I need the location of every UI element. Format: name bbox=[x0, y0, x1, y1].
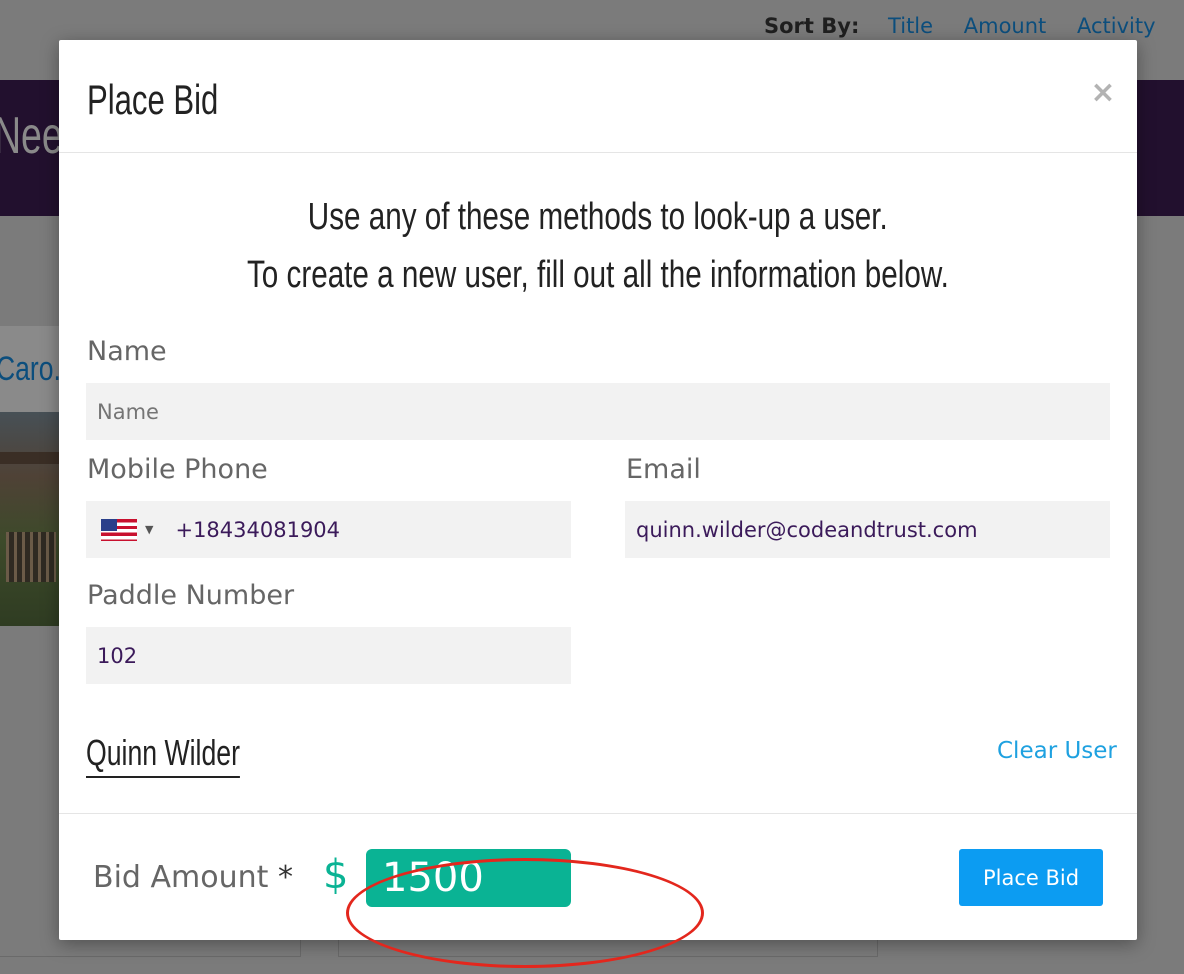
intro-text: Use any of these methods to look-up a us… bbox=[59, 188, 1137, 304]
bid-amount-label-text: Bid Amount bbox=[93, 860, 269, 895]
header-divider bbox=[59, 152, 1137, 153]
name-label: Name bbox=[87, 336, 167, 367]
name-field[interactable] bbox=[86, 383, 1110, 440]
email-input[interactable] bbox=[636, 517, 1099, 542]
close-icon[interactable]: × bbox=[1089, 78, 1117, 108]
paddle-label: Paddle Number bbox=[87, 580, 295, 611]
modal-title: Place Bid bbox=[87, 76, 219, 123]
paddle-field[interactable] bbox=[86, 627, 571, 684]
sort-bar: Sort By: Title Amount Activity It bbox=[764, 14, 1184, 38]
name-input[interactable] bbox=[97, 399, 1099, 424]
intro-line-1: Use any of these methods to look-up a us… bbox=[308, 196, 888, 238]
us-flag-icon[interactable] bbox=[101, 518, 137, 541]
sort-option-amount[interactable]: Amount bbox=[964, 14, 1047, 38]
phone-input[interactable] bbox=[175, 517, 560, 542]
auction-item-title[interactable]: Caro. bbox=[0, 350, 61, 389]
banner-title: Nee bbox=[0, 107, 63, 165]
highlight-annotation bbox=[346, 858, 704, 968]
sort-label: Sort By: bbox=[764, 14, 860, 38]
phone-field[interactable]: ▼ bbox=[86, 501, 571, 558]
intro-line-2: To create a new user, fill out all the i… bbox=[247, 254, 949, 296]
required-marker: * bbox=[277, 860, 293, 895]
bid-amount-label: Bid Amount * bbox=[93, 860, 293, 895]
email-label: Email bbox=[626, 454, 701, 485]
selected-user-name: Quinn Wilder bbox=[86, 732, 240, 778]
currency-symbol: $ bbox=[323, 852, 349, 898]
clear-user-link[interactable]: Clear User bbox=[997, 738, 1117, 764]
place-bid-modal: Place Bid × Use any of these methods to … bbox=[59, 40, 1137, 968]
footer-divider bbox=[59, 813, 1137, 814]
email-field[interactable] bbox=[625, 501, 1110, 558]
sort-option-title[interactable]: Title bbox=[888, 14, 933, 38]
auction-item-photo bbox=[0, 412, 60, 626]
caret-down-icon[interactable]: ▼ bbox=[145, 523, 153, 536]
sort-option-activity[interactable]: Activity bbox=[1077, 14, 1156, 38]
phone-label: Mobile Phone bbox=[87, 454, 268, 485]
place-bid-button[interactable]: Place Bid bbox=[959, 849, 1103, 906]
paddle-input[interactable] bbox=[97, 643, 560, 668]
